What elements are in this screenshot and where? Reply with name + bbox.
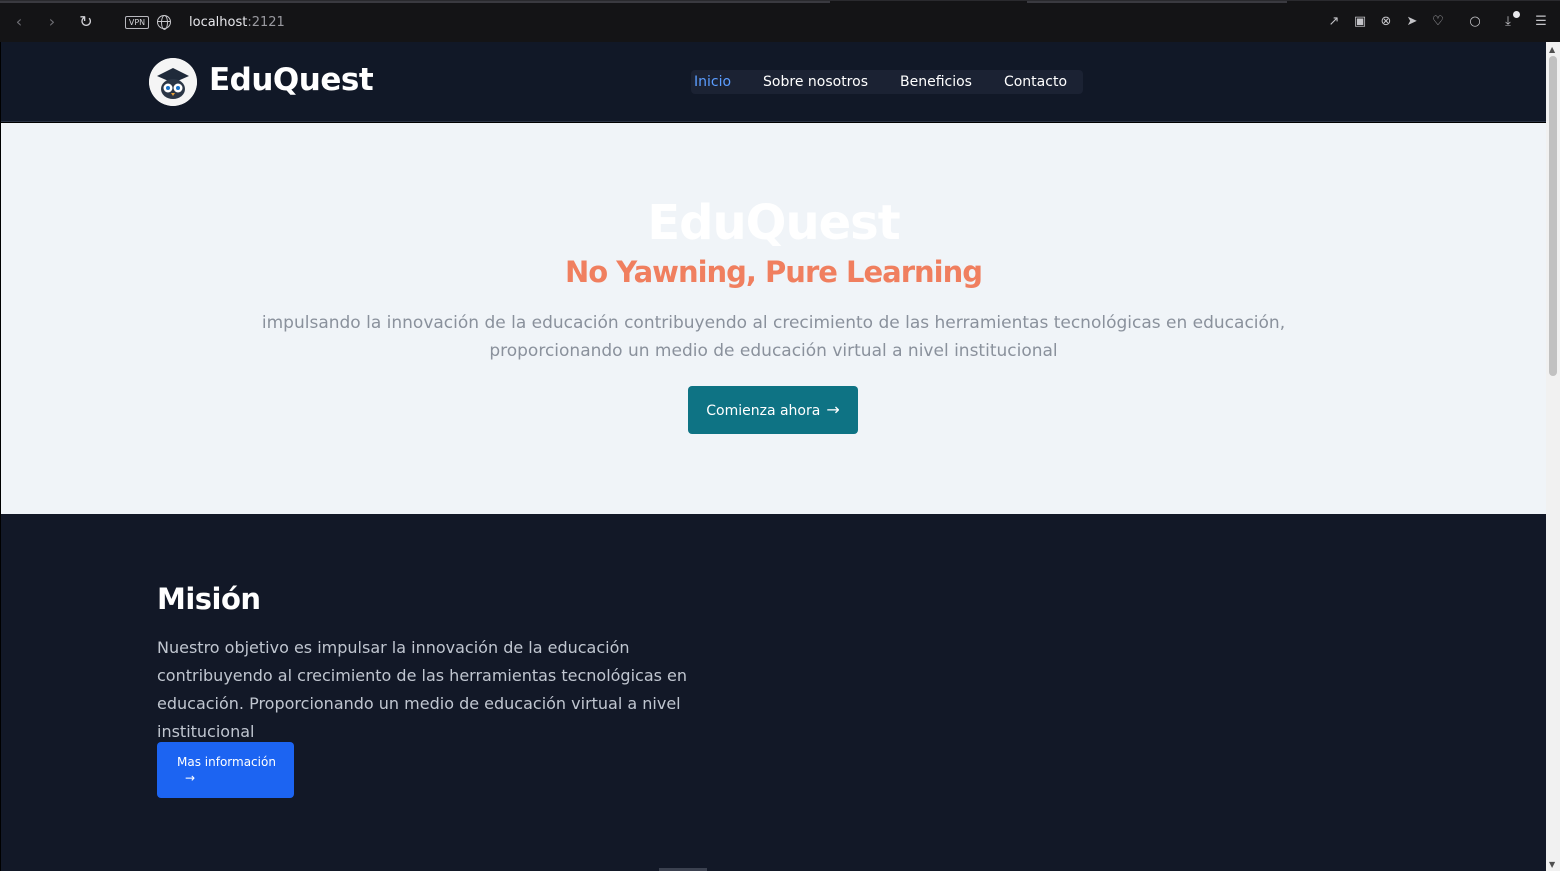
tab-strip [1027,1,1287,3]
page-scrollbar[interactable]: ▲ ▼ [1546,42,1560,871]
shield-icon[interactable]: ⊗ [1378,14,1394,30]
address-bar[interactable]: localhost:2121 [189,15,285,30]
back-icon[interactable]: ‹ [10,13,28,31]
site-info-icon[interactable] [157,15,171,30]
more-info-button[interactable]: Mas información → [157,742,294,798]
start-now-button[interactable]: Comienza ahora → [688,386,858,434]
more-info-label: Mas información [177,755,276,769]
hero-title: EduQuest [647,195,900,251]
heart-icon[interactable]: ♡ [1430,14,1446,30]
url-host: localhost [189,15,248,30]
arrow-right-icon: → [826,400,840,419]
site-header: EduQuest Inicio Sobre nosotros Beneficio… [1,42,1546,122]
mission-section: Misión Nuestro objetivo es impulsar la i… [1,514,1546,871]
scroll-up-icon[interactable]: ▲ [1549,45,1555,54]
hero-description: impulsando la innovación de la educación… [261,313,1286,361]
url-port: :2121 [247,15,285,30]
menu-icon[interactable]: ☰ [1533,14,1549,30]
scroll-down-icon[interactable]: ▼ [1549,860,1555,869]
hero-tagline: No Yawning, Pure Learning [564,255,983,289]
owl-logo-icon[interactable] [149,58,197,106]
page-viewport: EduQuest Inicio Sobre nosotros Beneficio… [1,42,1546,871]
send-icon[interactable]: ➤ [1404,14,1420,30]
arrow-right-icon: → [185,771,196,785]
forward-icon[interactable]: › [43,13,61,31]
share-icon[interactable]: ↗ [1326,14,1342,30]
browser-toolbar: ‹ › ↻ VPN localhost:2121 ↗ ▣ ⊗ ➤ ♡ ○ ⤓ ☰ [0,0,1560,42]
nav-link-contacto[interactable]: Contacto [988,70,1083,94]
mission-text: Nuestro objetivo es impulsar la innovaci… [157,638,688,741]
nav-link-sobre-nosotros[interactable]: Sobre nosotros [747,70,884,94]
reload-icon[interactable]: ↻ [77,13,95,31]
download-badge [1513,11,1520,18]
scrollbar-thumb[interactable] [1549,56,1557,376]
mission-title: Misión [157,582,261,616]
camera-icon[interactable]: ▣ [1352,14,1368,30]
brand-name[interactable]: EduQuest [209,62,374,98]
nav-link-inicio[interactable]: Inicio [691,70,747,94]
tab-strip [0,1,830,3]
vpn-icon[interactable]: VPN [125,16,149,29]
nav-link-beneficios[interactable]: Beneficios [884,70,988,94]
profile-icon[interactable]: ○ [1467,14,1483,30]
hero-section: EduQuest No Yawning, Pure Learning impul… [1,123,1546,514]
start-now-label: Comienza ahora [706,403,821,419]
main-nav: Inicio Sobre nosotros Beneficios Contact… [691,70,1084,94]
